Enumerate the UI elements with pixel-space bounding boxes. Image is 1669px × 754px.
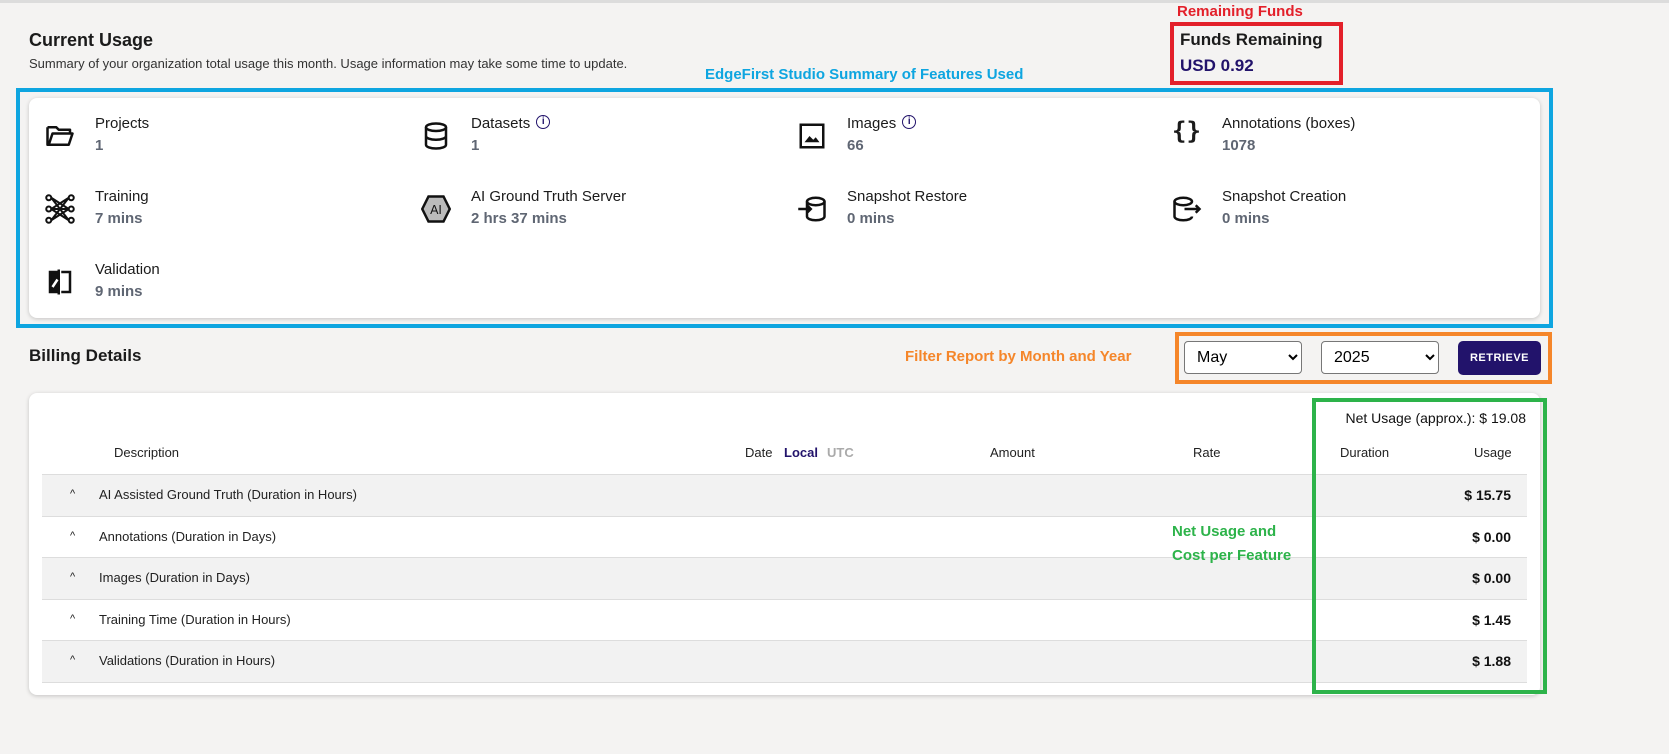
feature-ai-ground-truth: AI AI Ground Truth Server 2 hrs 37 mins: [421, 188, 781, 238]
table-row[interactable]: ^ AI Assisted Ground Truth (Duration in H…: [42, 475, 1527, 517]
timezone-local-toggle[interactable]: Local: [784, 445, 818, 460]
chevron-up-icon[interactable]: ^: [70, 530, 75, 542]
feature-label-text: Images: [847, 115, 897, 132]
annotation-net-usage-box: [1312, 398, 1547, 694]
feature-annotations: {} Annotations (boxes) 1078: [1172, 115, 1532, 165]
database-export-icon: [1173, 196, 1202, 222]
image-icon: [799, 123, 825, 149]
folder-icon: [46, 126, 74, 146]
funds-value: USD 0.92: [1180, 56, 1254, 75]
feature-label-text: Datasets: [471, 115, 531, 132]
info-icon[interactable]: i: [536, 115, 551, 129]
usage-summary-card: Projects 1 Datasets i 1 Images i 66 {} Ann…: [29, 98, 1540, 318]
table-row[interactable]: ^ Images (Duration in Days) $ 0.00: [42, 558, 1527, 600]
table-row[interactable]: ^ Annotations (Duration in Days) $ 0.00: [42, 517, 1527, 558]
feature-label: Snapshot Restore: [847, 188, 968, 205]
feature-label: Projects: [95, 115, 150, 132]
feature-label: Snapshot Creation: [1222, 188, 1347, 205]
table-row[interactable]: ^ Training Time (Duration in Hours) $ 1.45: [42, 600, 1527, 641]
col-description[interactable]: Description: [114, 445, 179, 460]
database-icon: [424, 122, 448, 150]
annotation-remaining-funds: Remaining Funds: [1177, 3, 1303, 20]
feature-value: 1: [471, 137, 480, 154]
feature-images: Images i 66: [797, 115, 1157, 165]
feature-value: 7 mins: [95, 210, 143, 227]
feature-label: Validation: [95, 261, 160, 278]
compare-icon: [48, 269, 72, 295]
svg-text:AI: AI: [430, 203, 442, 217]
retrieve-button[interactable]: RETRIEVE: [1458, 341, 1541, 375]
timezone-utc-toggle[interactable]: UTC: [827, 445, 854, 460]
chevron-up-icon[interactable]: ^: [70, 488, 75, 500]
chevron-up-icon[interactable]: ^: [70, 613, 75, 625]
row-description: AI Assisted Ground Truth (Duration in Ho…: [99, 487, 357, 502]
feature-value: 1: [95, 137, 104, 154]
month-select[interactable]: May: [1184, 341, 1302, 374]
feature-value: 0 mins: [847, 210, 895, 227]
chevron-up-icon[interactable]: ^: [70, 654, 75, 666]
feature-label: Annotations (boxes): [1222, 115, 1356, 132]
feature-training: Training 7 mins: [45, 188, 405, 238]
annotation-summary-label: EdgeFirst Studio Summary of Features Use…: [705, 66, 1024, 83]
chevron-up-icon[interactable]: ^: [70, 571, 75, 583]
row-description: Annotations (Duration in Days): [99, 528, 277, 544]
feature-value: 66: [847, 137, 864, 154]
feature-snapshot-creation: Snapshot Creation 0 mins: [1172, 188, 1532, 238]
col-rate[interactable]: Rate: [1193, 445, 1220, 460]
braces-icon: {}: [1172, 117, 1201, 145]
row-description: Validations (Duration in Hours): [99, 653, 276, 668]
table-row[interactable]: ^ Validations (Duration in Hours) $ 1.88: [42, 641, 1527, 683]
feature-value: 2 hrs 37 mins: [471, 210, 567, 227]
funds-label: Funds Remaining: [1180, 30, 1323, 49]
feature-label: AI Ground Truth Server: [471, 188, 627, 205]
col-date[interactable]: Date: [745, 445, 772, 460]
network-icon: [45, 194, 75, 224]
annotation-filter-label: Filter Report by Month and Year: [905, 348, 1132, 365]
database-import-icon: [798, 196, 826, 222]
col-amount[interactable]: Amount: [990, 445, 1035, 460]
feature-datasets: Datasets i 1: [421, 115, 781, 165]
ai-hexagon-icon: AI: [421, 195, 451, 223]
feature-validation: Validation 9 mins: [45, 261, 405, 311]
feature-value: 1078: [1222, 137, 1256, 154]
feature-label: Training: [95, 188, 149, 205]
row-description: Images (Duration in Days): [99, 570, 250, 585]
annotation-net-line2: Cost per Feature: [1172, 547, 1292, 564]
feature-label: Datasets i: [471, 115, 551, 132]
page-subtitle: Summary of your organization total usage…: [29, 56, 628, 71]
feature-value: 0 mins: [1222, 210, 1270, 227]
page-title: Current Usage: [29, 30, 154, 50]
billing-title: Billing Details: [29, 346, 142, 365]
year-select[interactable]: 2025: [1321, 341, 1439, 374]
feature-value: 9 mins: [95, 283, 143, 300]
row-description: Training Time (Duration in Hours): [99, 611, 291, 627]
annotation-net-line1: Net Usage and: [1172, 523, 1277, 540]
feature-label: Images i: [847, 115, 917, 132]
feature-projects: Projects 1: [45, 115, 405, 165]
info-icon[interactable]: i: [902, 115, 917, 129]
top-divider: [0, 0, 1669, 3]
feature-snapshot-restore: Snapshot Restore 0 mins: [797, 188, 1157, 238]
